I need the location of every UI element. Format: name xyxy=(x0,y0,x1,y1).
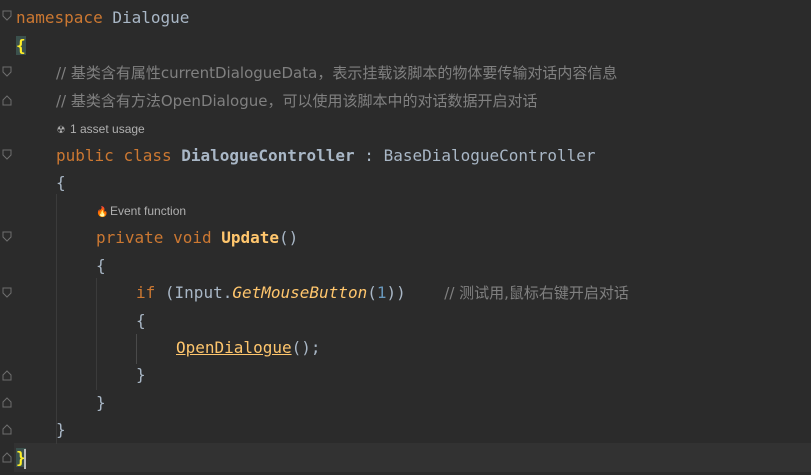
code-line-namespace[interactable]: namespace Dialogue xyxy=(16,4,189,31)
fold-collapse-icon[interactable] xyxy=(2,149,12,161)
code-line-close-brace[interactable]: } xyxy=(56,416,66,443)
fold-collapse-icon[interactable] xyxy=(2,66,12,78)
gutter xyxy=(0,0,14,475)
class-name: DialogueController xyxy=(181,146,355,165)
fold-collapse-icon[interactable] xyxy=(2,10,12,22)
code-line-if-statement[interactable]: if (Input.GetMouseButton(1)) // 测试用,鼠标右键… xyxy=(136,279,629,306)
get-mouse-button-call: GetMouseButton xyxy=(232,283,368,302)
code-line-method-call[interactable]: OpenDialogue(); xyxy=(176,334,321,361)
open-brace: { xyxy=(96,256,106,275)
keyword-void: void xyxy=(173,228,212,247)
code-line-open-brace[interactable]: { xyxy=(96,252,106,279)
keyword-public: public xyxy=(56,146,114,165)
close-brace: } xyxy=(96,393,106,412)
close-brace: } xyxy=(136,365,146,384)
indent-guide xyxy=(96,278,97,390)
code-line-class-declaration[interactable]: public class DialogueController : BaseDi… xyxy=(56,142,595,169)
event-function-label: Event function xyxy=(110,204,187,218)
inline-comment: // 测试用,鼠标右键开启对话 xyxy=(444,284,629,302)
text-caret xyxy=(23,448,26,469)
keyword-class: class xyxy=(123,146,172,165)
code-line-comment[interactable]: // 基类含有方法OpenDialogue，可以使用该脚本中的对话数据开启对话 xyxy=(56,87,537,114)
paren-open: ( xyxy=(367,283,377,302)
code-line-open-brace[interactable]: { xyxy=(16,32,26,59)
method-parens: () xyxy=(279,228,299,247)
code-line-close-brace[interactable]: } xyxy=(16,444,26,471)
asset-usage-label: 1 asset usage xyxy=(70,122,145,136)
call-tail: (); xyxy=(291,338,321,357)
fold-expand-icon[interactable] xyxy=(2,94,12,106)
fold-expand-icon[interactable] xyxy=(2,423,12,435)
keyword-if: if xyxy=(136,283,156,302)
fold-collapse-icon[interactable] xyxy=(2,231,12,243)
if-condition-end: )) xyxy=(386,283,406,302)
fold-expand-icon[interactable] xyxy=(2,369,12,381)
open-brace: { xyxy=(56,173,66,192)
code-line-comment[interactable]: // 基类含有属性currentDialogueData，表示挂载该脚本的物体要… xyxy=(56,59,617,86)
code-line-close-brace[interactable]: } xyxy=(136,361,146,388)
indent-guide xyxy=(56,194,57,444)
comment-text: // 基类含有方法OpenDialogue，可以使用该脚本中的对话数据开启对话 xyxy=(56,92,538,110)
flame-icon: 🔥 xyxy=(96,207,109,218)
keyword-namespace: namespace xyxy=(16,8,103,27)
matched-open-brace: { xyxy=(16,36,26,55)
indent-guide xyxy=(136,334,137,364)
namespace-name: Dialogue xyxy=(112,8,190,27)
open-brace: { xyxy=(136,311,146,330)
base-class-name: BaseDialogueController xyxy=(383,146,596,165)
radioactive-icon: ☢ xyxy=(56,125,66,136)
code-editor[interactable]: namespace Dialogue { // 基类含有属性currentDia… xyxy=(0,0,811,475)
code-line-close-brace[interactable]: } xyxy=(96,389,106,416)
code-line-open-brace[interactable]: { xyxy=(56,169,66,196)
current-line-highlight xyxy=(14,443,811,472)
open-dialogue-call[interactable]: OpenDialogue xyxy=(176,338,292,357)
fold-expand-icon[interactable] xyxy=(2,396,12,408)
if-condition-start: (Input. xyxy=(164,283,233,302)
code-line-method-declaration[interactable]: private void Update() xyxy=(96,224,298,251)
comment-text: // 基类含有属性currentDialogueData，表示挂载该脚本的物体要… xyxy=(56,64,618,82)
class-colon: : xyxy=(364,146,374,165)
method-name: Update xyxy=(221,228,280,247)
asset-usage-hint[interactable]: ☢ 1 asset usage xyxy=(56,119,145,139)
event-function-hint[interactable]: 🔥 Event function xyxy=(96,201,186,221)
fold-expand-icon[interactable] xyxy=(2,451,12,463)
close-brace: } xyxy=(56,420,66,439)
code-line-open-brace[interactable]: { xyxy=(136,307,146,334)
keyword-private: private xyxy=(96,228,164,247)
fold-collapse-icon[interactable] xyxy=(2,287,12,299)
